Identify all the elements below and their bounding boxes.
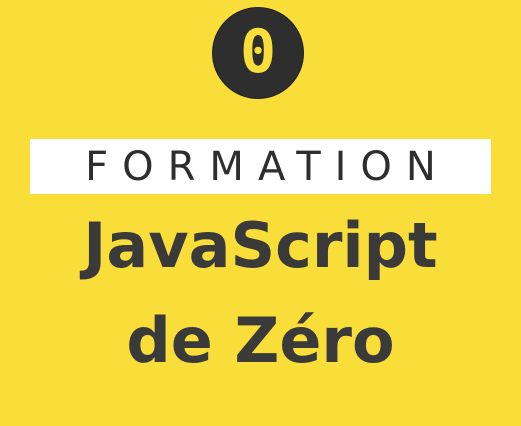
logo-glyph: 0 — [239, 17, 277, 87]
formation-banner: FORMATION — [30, 139, 491, 194]
banner-label: FORMATION — [85, 143, 450, 190]
title-line-2: de Zéro — [126, 304, 395, 377]
zero-badge-icon: 0 — [212, 7, 304, 99]
title-line-1: JavaScript — [83, 209, 438, 282]
